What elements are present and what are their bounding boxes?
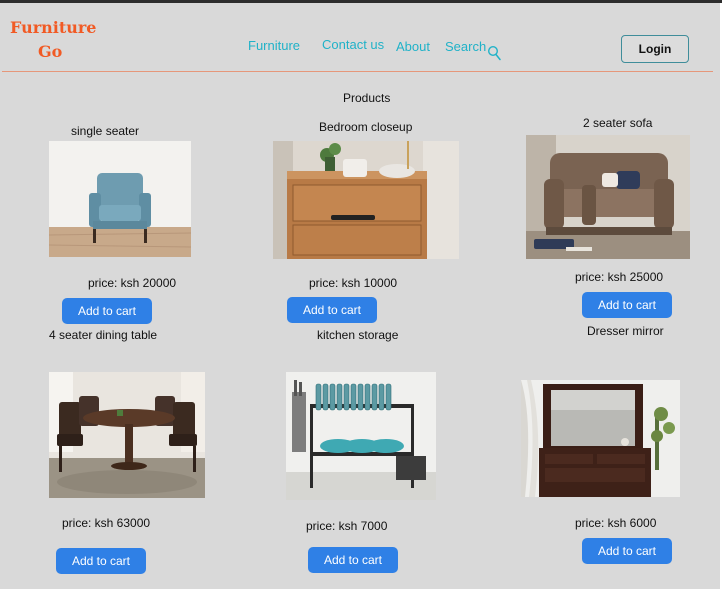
login-button[interactable]: Login xyxy=(621,35,689,63)
add-to-cart-button-bedroom-closeup[interactable]: Add to cart xyxy=(287,297,377,323)
nav-search[interactable]: Search xyxy=(445,39,486,54)
product-title-dresser-mirror: Dresser mirror xyxy=(587,324,664,338)
header-divider xyxy=(2,71,713,72)
logo-line-1[interactable]: Furniture xyxy=(10,20,96,36)
product-title-single-seater: single seater xyxy=(71,124,140,138)
nav-furniture[interactable]: Furniture xyxy=(248,38,300,53)
product-image-kitchen-storage[interactable] xyxy=(286,372,436,500)
product-image-2-seater-sofa[interactable] xyxy=(526,135,690,259)
product-title-2-seater-sofa: 2 seater sofa xyxy=(583,116,653,130)
product-price-single-seater: price: ksh 20000 xyxy=(88,276,177,290)
app-window: Furniture Go Furniture Contact us About … xyxy=(0,0,722,589)
add-to-cart-button-dresser-mirror[interactable]: Add to cart xyxy=(582,538,672,564)
product-price-dining-table: price: ksh 63000 xyxy=(62,516,151,530)
product-image-bedroom-closeup[interactable] xyxy=(273,141,459,259)
add-to-cart-button-kitchen-storage[interactable]: Add to cart xyxy=(308,547,398,573)
add-to-cart-button-2-seater-sofa[interactable]: Add to cart xyxy=(582,292,672,318)
nav-contact-us[interactable]: Contact us xyxy=(322,37,384,52)
page-title: Products xyxy=(343,91,391,105)
product-price-dresser-mirror: price: ksh 6000 xyxy=(575,516,657,530)
product-price-bedroom-closeup: price: ksh 10000 xyxy=(309,276,398,290)
product-image-dresser-mirror[interactable] xyxy=(521,380,680,497)
search-icon[interactable] xyxy=(487,45,501,61)
add-to-cart-button-dining-table[interactable]: Add to cart xyxy=(56,548,146,574)
product-price-kitchen-storage: price: ksh 7000 xyxy=(306,519,388,533)
product-image-single-seater[interactable] xyxy=(49,141,191,257)
product-image-dining-table[interactable] xyxy=(49,372,205,498)
logo-line-2[interactable]: Go xyxy=(38,44,62,60)
product-title-kitchen-storage: kitchen storage xyxy=(317,328,399,342)
product-price-2-seater-sofa: price: ksh 25000 xyxy=(575,270,664,284)
add-to-cart-button-single-seater[interactable]: Add to cart xyxy=(62,298,152,324)
product-title-dining-table: 4 seater dining table xyxy=(49,328,158,342)
product-title-bedroom-closeup: Bedroom closeup xyxy=(319,120,413,134)
nav-about[interactable]: About xyxy=(396,39,430,54)
